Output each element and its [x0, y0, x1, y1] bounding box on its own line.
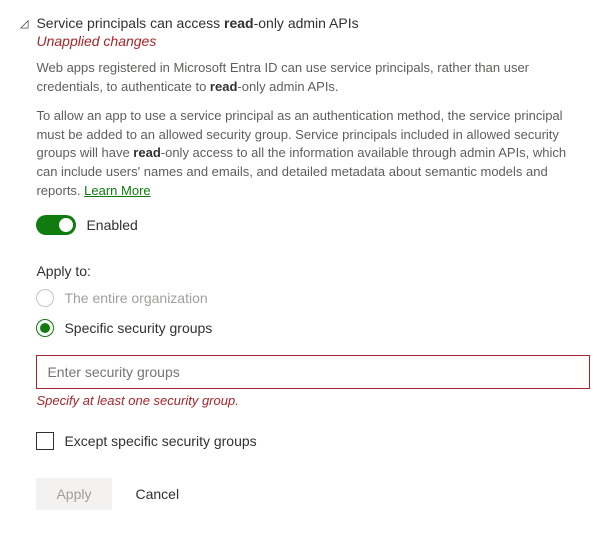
unapplied-changes-label: Unapplied changes — [36, 33, 590, 49]
enabled-toggle[interactable] — [36, 215, 76, 235]
learn-more-link[interactable]: Learn More — [84, 183, 150, 198]
radio-icon — [36, 289, 54, 307]
except-groups-label: Except specific security groups — [64, 433, 256, 449]
setting-description: Web apps registered in Microsoft Entra I… — [36, 59, 590, 201]
radio-entire-org: The entire organization — [36, 289, 590, 307]
apply-button[interactable]: Apply — [36, 478, 111, 510]
radio-icon[interactable] — [36, 319, 54, 337]
except-groups-checkbox-row[interactable]: Except specific security groups — [36, 432, 590, 450]
radio-specific-groups[interactable]: Specific security groups — [36, 319, 590, 337]
radio-entire-org-label: The entire organization — [64, 290, 207, 306]
except-groups-checkbox[interactable] — [36, 432, 54, 450]
validation-message: Specify at least one security group. — [36, 393, 590, 408]
cancel-button[interactable]: Cancel — [136, 486, 180, 502]
security-groups-input[interactable] — [36, 355, 590, 389]
enabled-toggle-label: Enabled — [86, 217, 137, 233]
radio-specific-groups-label: Specific security groups — [64, 320, 212, 336]
collapse-icon[interactable]: ◿ — [20, 17, 28, 30]
apply-to-label: Apply to: — [36, 263, 590, 279]
setting-title: Service principals can access read-only … — [36, 15, 590, 31]
